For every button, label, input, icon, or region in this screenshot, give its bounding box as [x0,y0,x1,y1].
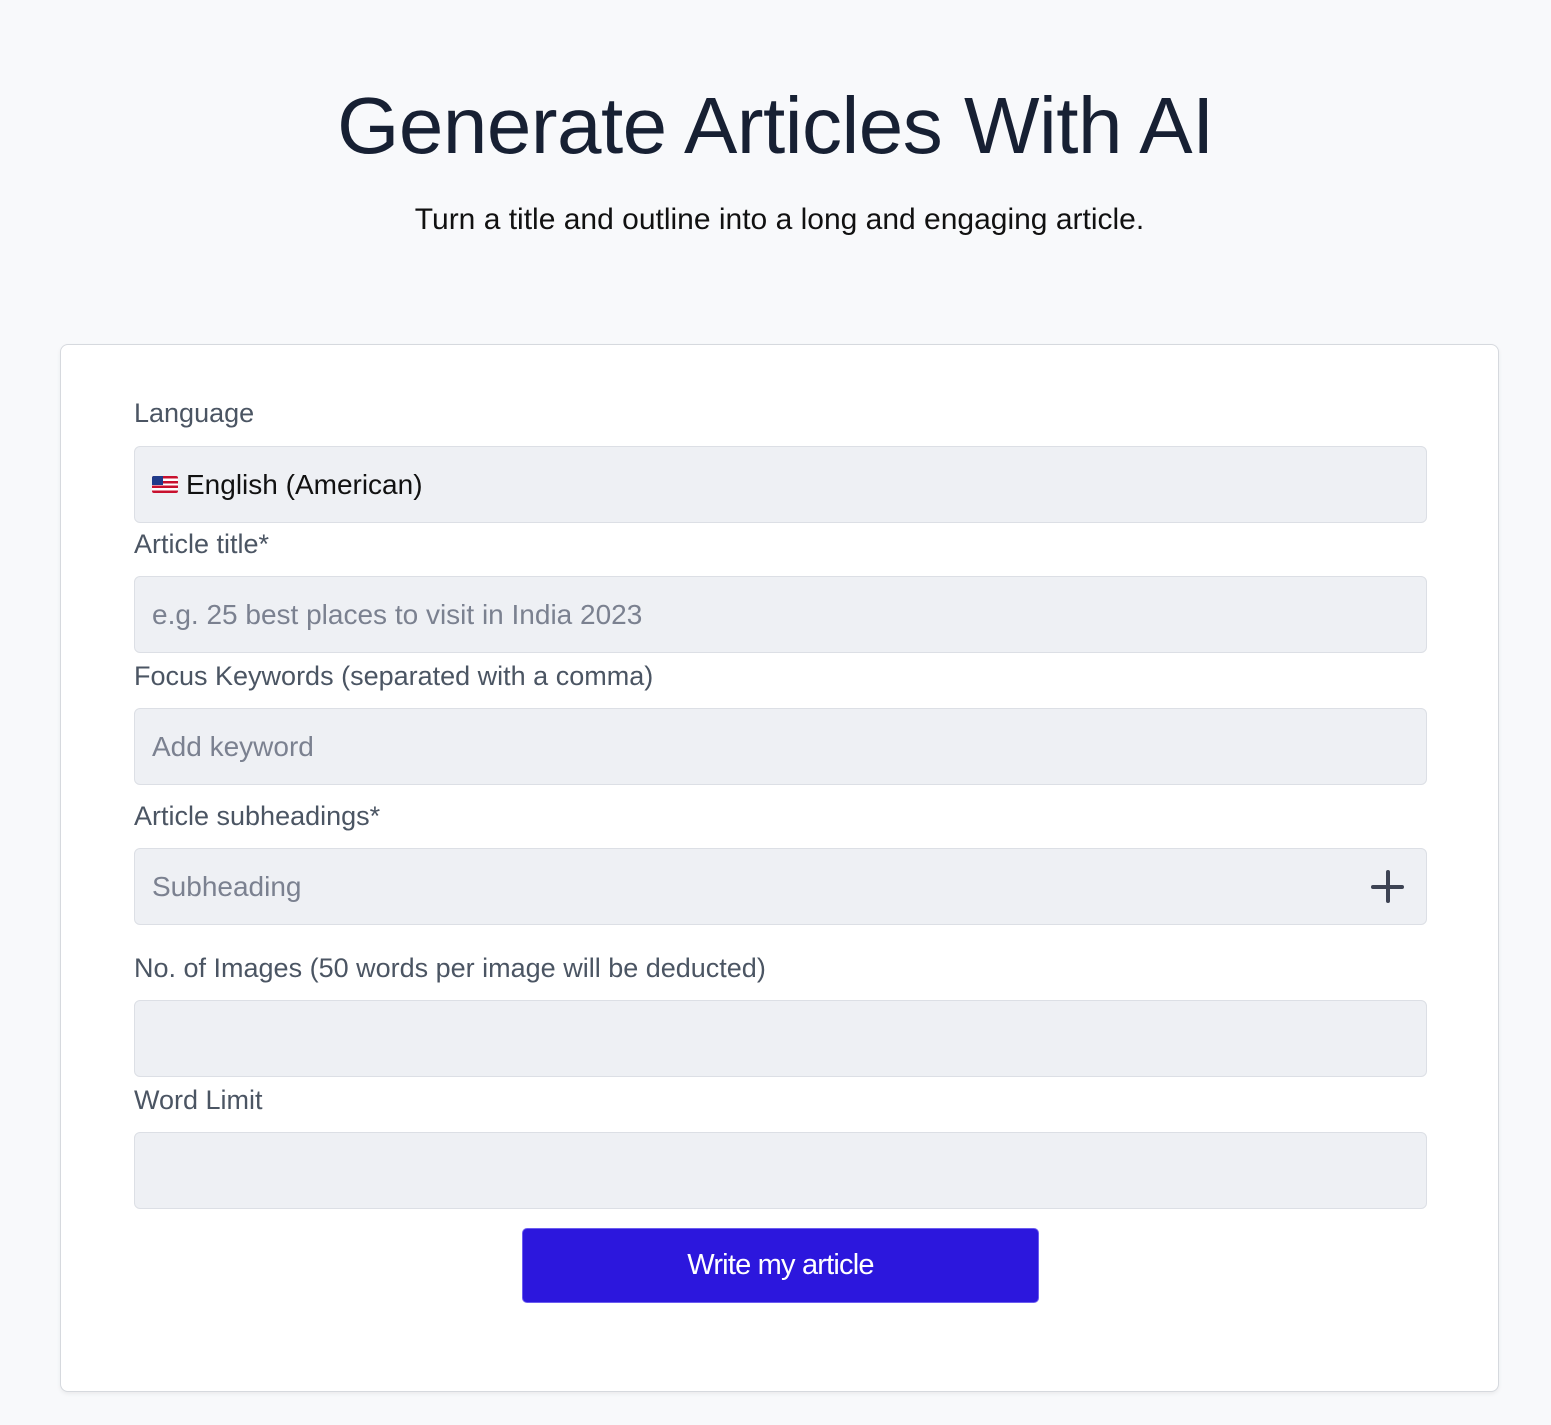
language-label: Language [134,398,255,428]
word-limit-input[interactable] [135,1133,1426,1208]
num-images-field-wrapper [134,1000,1427,1077]
article-form-card: Language English (American) Article titl… [60,344,1499,1392]
page-subtitle: Turn a title and outline into a long and… [414,203,1145,236]
article-title-field-wrapper [134,576,1427,653]
focus-keywords-field-wrapper [134,708,1427,785]
write-article-button[interactable]: Write my article [522,1228,1039,1303]
word-limit-label: Word Limit [134,1085,263,1115]
us-flag-icon [152,476,178,493]
add-subheading-plus-icon[interactable] [1371,870,1404,903]
subheading-field-wrapper [134,848,1427,925]
num-images-label: No. of Images (50 words per image will b… [134,953,766,983]
focus-keywords-input[interactable] [135,709,1426,784]
language-select-text: English (American) [186,468,423,500]
word-limit-field-wrapper [134,1132,1427,1209]
page-title: Generate Articles With AI [337,81,1214,170]
num-images-input[interactable] [135,1001,1426,1076]
language-select-value: English (American) [152,447,423,522]
article-title-label: Article title* [134,529,270,559]
language-select[interactable]: English (American) [134,446,1427,523]
subheading-input[interactable] [135,849,1426,924]
focus-keywords-label: Focus Keywords (separated with a comma) [134,661,654,691]
article-title-input[interactable] [135,577,1426,652]
subheadings-label: Article subheadings* [134,801,381,831]
